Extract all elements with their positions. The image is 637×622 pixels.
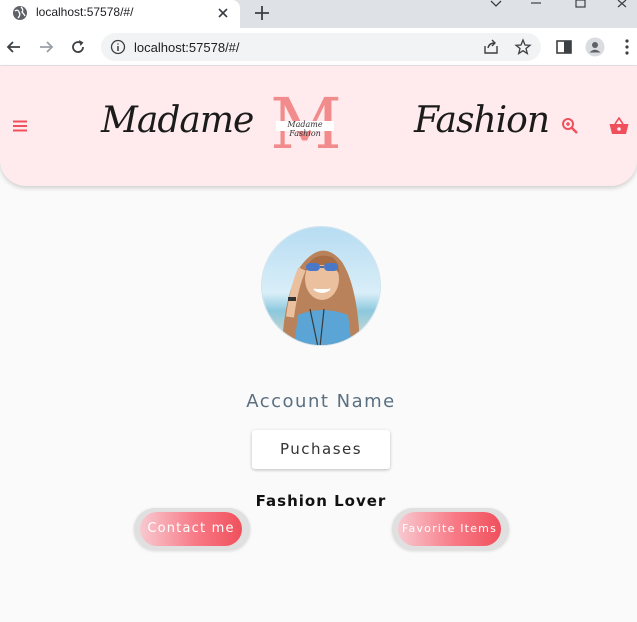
browser-tabstrip: localhost:57578/#/ bbox=[0, 0, 637, 28]
more-menu-icon[interactable] bbox=[617, 37, 637, 57]
address-bar[interactable]: localhost:57578/#/ bbox=[101, 33, 541, 61]
window-close-icon[interactable] bbox=[603, 0, 637, 10]
profile-avatar[interactable] bbox=[261, 226, 381, 346]
minimize-icon[interactable] bbox=[516, 0, 556, 10]
new-tab-icon[interactable] bbox=[251, 2, 273, 24]
favorite-items-button[interactable]: Favorite Items bbox=[392, 508, 509, 550]
profile-icon[interactable] bbox=[585, 37, 605, 57]
basket-icon[interactable] bbox=[609, 117, 629, 135]
profile-tagline: Fashion Lover bbox=[255, 492, 387, 510]
maximize-icon[interactable] bbox=[560, 0, 600, 10]
menu-icon[interactable] bbox=[11, 117, 29, 135]
account-name: Account Name bbox=[246, 391, 396, 412]
back-icon[interactable] bbox=[4, 37, 24, 57]
browser-tab[interactable]: localhost:57578/#/ bbox=[0, 0, 240, 28]
contact-me-label: Contact me bbox=[140, 512, 242, 546]
favorite-items-label: Favorite Items bbox=[398, 512, 501, 546]
brand-word-right: Fashion bbox=[414, 100, 550, 141]
forward-icon[interactable] bbox=[36, 37, 56, 57]
share-icon[interactable] bbox=[482, 38, 500, 56]
globe-icon bbox=[13, 6, 27, 20]
close-icon[interactable] bbox=[214, 4, 232, 22]
contact-me-button[interactable]: Contact me bbox=[134, 508, 250, 550]
info-icon[interactable] bbox=[110, 39, 126, 55]
star-icon[interactable] bbox=[514, 38, 532, 56]
side-panel-icon[interactable] bbox=[554, 37, 574, 57]
purchases-button[interactable]: Puchases bbox=[252, 430, 390, 469]
tab-search-icon[interactable] bbox=[476, 0, 516, 10]
url-text[interactable]: localhost:57578/#/ bbox=[134, 40, 240, 55]
search-icon[interactable] bbox=[561, 117, 579, 135]
reload-icon[interactable] bbox=[68, 37, 88, 57]
tab-title: localhost:57578/#/ bbox=[36, 5, 134, 19]
brand-word-left: Madame bbox=[101, 100, 254, 141]
avatar-photo bbox=[262, 227, 380, 345]
logo-small-text: Madame Fashion bbox=[287, 120, 323, 138]
browser-toolbar: localhost:57578/#/ bbox=[0, 28, 637, 66]
app-header: Madame M Madame Fashion Fashion bbox=[0, 66, 637, 186]
brand-logo: M Madame Fashion bbox=[270, 88, 342, 160]
